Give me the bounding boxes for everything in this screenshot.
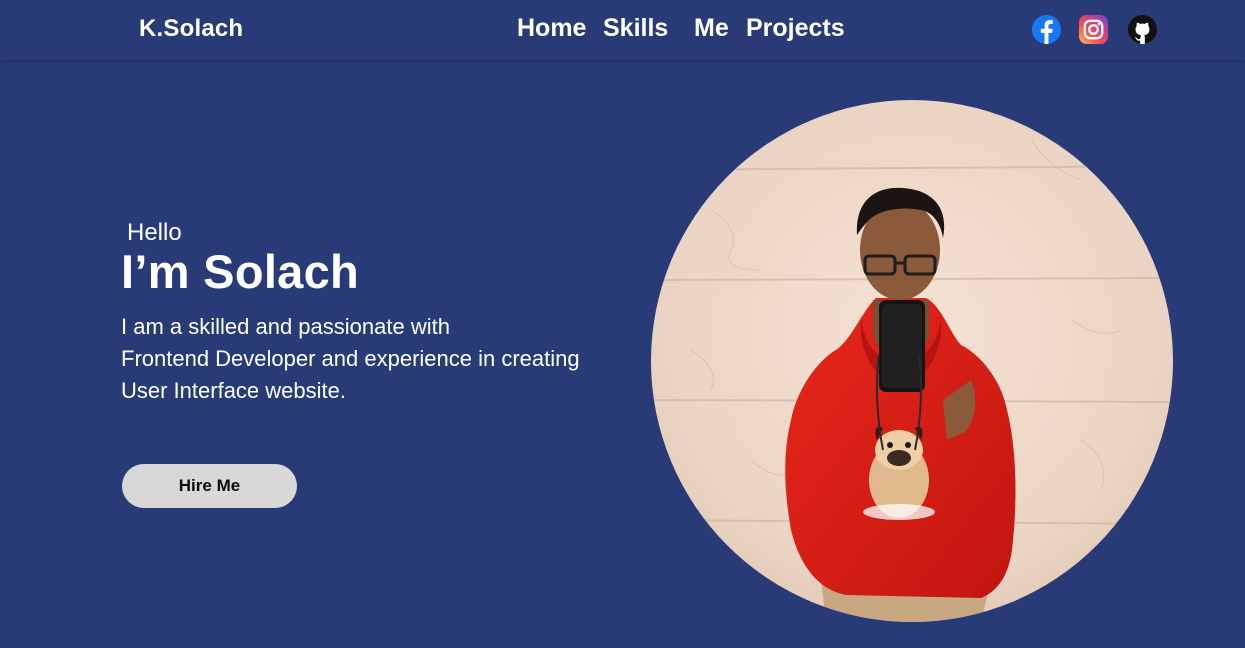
hire-me-button[interactable]: Hire Me [122,464,297,508]
nav-link-skills[interactable]: Skills [603,14,668,43]
brand-logo[interactable]: K.Solach [139,15,243,43]
profile-photo [651,100,1173,622]
greeting: Hello [127,219,182,246]
bio-line: Frontend Developer and experience in cre… [121,346,580,371]
bio-line: User Interface website. [121,378,346,403]
hero-headline: I’m Solach [121,245,360,298]
bio-line: I am a skilled and passionate with [121,314,450,339]
facebook-icon[interactable] [1031,14,1062,45]
navbar: K.Solach Home Skills Me Projects [0,0,1245,60]
nav-link-projects[interactable]: Projects [746,14,845,43]
instagram-icon[interactable] [1078,14,1109,45]
hero-bio: I am a skilled and passionate with Front… [121,311,580,407]
github-icon[interactable] [1127,14,1158,45]
nav-link-me[interactable]: Me [694,14,729,43]
nav-link-home[interactable]: Home [517,14,586,43]
